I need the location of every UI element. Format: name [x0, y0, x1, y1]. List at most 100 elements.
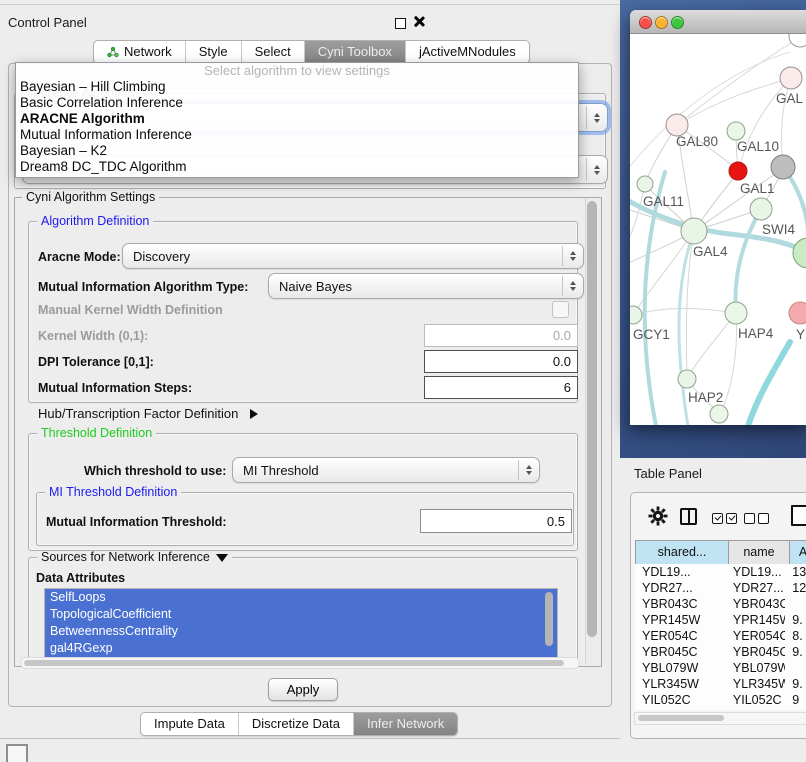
table-header-cell[interactable]: name: [729, 540, 790, 565]
network-edge[interactable]: [688, 313, 736, 377]
tab-impute-data[interactable]: Impute Data: [141, 713, 239, 735]
table-cell[interactable]: YBR045C: [726, 644, 785, 660]
select-none-unchecked-icon[interactable]: [744, 511, 772, 529]
manual-kernel-width-checkbox[interactable]: [552, 301, 569, 318]
network-node-hap4[interactable]: [725, 302, 747, 324]
columns-icon[interactable]: [680, 508, 697, 525]
network-edge[interactable]: [633, 308, 736, 315]
table-cell[interactable]: YDL19...: [635, 564, 726, 580]
network-node-gal1[interactable]: [729, 162, 747, 180]
minimized-panel-icon[interactable]: [6, 744, 28, 762]
close-window-icon[interactable]: [639, 16, 652, 29]
close-panel-icon[interactable]: [412, 14, 426, 28]
network-node[interactable]: [789, 34, 806, 47]
network-node-gal11[interactable]: [637, 176, 653, 192]
table-row[interactable]: YER054CYER054C8.: [635, 628, 806, 644]
float-window-icon[interactable]: [395, 18, 406, 29]
table-cell[interactable]: 9: [785, 692, 806, 708]
table-row[interactable]: YBR043CYBR043C: [635, 596, 806, 612]
table-cell[interactable]: YBR045C: [635, 644, 726, 660]
expand-arrow-icon[interactable]: [250, 409, 258, 419]
attribute-item[interactable]: BetweennessCentrality: [45, 623, 557, 640]
network-node-swi4[interactable]: [750, 198, 772, 220]
table-cell[interactable]: 12: [785, 580, 806, 596]
tab-cyni-toolbox[interactable]: Cyni Toolbox: [305, 41, 406, 63]
algorithm-option[interactable]: Bayesian – Hill Climbing: [16, 79, 578, 95]
which-threshold-combo[interactable]: MI Threshold: [232, 457, 540, 483]
table-cell[interactable]: YBL079W: [726, 660, 785, 676]
settings-scrollbar-thumb[interactable]: [587, 201, 597, 637]
network-graph[interactable]: GALGAL80GAL10GAL1GAL11SWI4GAL4GCY1HAP4YH…: [630, 34, 806, 425]
tab-discretize-data[interactable]: Discretize Data: [239, 713, 354, 735]
network-edge[interactable]: [748, 342, 790, 425]
table-hscrollbar-track[interactable]: [634, 712, 806, 725]
algorithm-option[interactable]: ARACNE Algorithm: [16, 111, 578, 127]
settings-hscrollbar-track[interactable]: [20, 657, 580, 669]
gear-icon[interactable]: [648, 506, 668, 526]
table-header-cell[interactable]: A: [790, 540, 806, 565]
table-cell[interactable]: YBR043C: [726, 596, 785, 612]
dpi-tolerance-field[interactable]: 0.0: [424, 350, 578, 373]
table-cell[interactable]: YER054C: [726, 628, 785, 644]
table-cell[interactable]: YBR043C: [635, 596, 726, 612]
minimize-window-icon[interactable]: [655, 16, 668, 29]
table-cell[interactable]: YDL19...: [726, 564, 785, 580]
apply-button[interactable]: Apply: [268, 678, 338, 701]
attribute-item[interactable]: gal4RGexp: [45, 640, 557, 657]
network-node-gal10[interactable]: [727, 122, 745, 140]
table-cell[interactable]: 9.: [785, 612, 806, 628]
table-cell[interactable]: [785, 660, 806, 676]
network-node-gal[interactable]: [780, 67, 802, 89]
attribute-item[interactable]: SelfLoops: [45, 589, 557, 606]
network-node-y[interactable]: [789, 302, 806, 324]
network-node[interactable]: [710, 405, 728, 423]
network-node-hap2[interactable]: [678, 370, 696, 388]
table-row[interactable]: YDL19...YDL19...13: [635, 564, 806, 580]
table-cell[interactable]: YDR27...: [726, 580, 785, 596]
table-cell[interactable]: YPR145W: [635, 612, 726, 628]
table-cell[interactable]: YDR27...: [635, 580, 726, 596]
network-node-gcy1[interactable]: [630, 306, 642, 324]
tab-style[interactable]: Style: [186, 41, 242, 63]
hub-definition-section[interactable]: Hub/Transcription Factor Definition: [38, 406, 258, 421]
table-row[interactable]: YBR045CYBR045C9.: [635, 644, 806, 660]
mi-steps-field[interactable]: 6: [424, 376, 578, 399]
algorithm-option[interactable]: Basic Correlation Inference: [16, 95, 578, 111]
table-cell[interactable]: YIL052C: [635, 692, 726, 708]
attributes-scrollbar-thumb[interactable]: [545, 592, 553, 646]
aracne-mode-combo[interactable]: Discovery: [122, 243, 584, 269]
attribute-item[interactable]: TopologicalCoefficient: [45, 606, 557, 623]
table-row[interactable]: YBL079WYBL079W: [635, 660, 806, 676]
table-cell[interactable]: YPR145W: [726, 612, 785, 628]
table-cell[interactable]: YLR345W: [726, 676, 785, 692]
table-cell[interactable]: YLR345W: [635, 676, 726, 692]
network-canvas[interactable]: GALGAL80GAL10GAL1GAL11SWI4GAL4GCY1HAP4YH…: [630, 34, 806, 425]
network-node[interactable]: [793, 238, 806, 268]
table-cell[interactable]: YBL079W: [635, 660, 726, 676]
algorithm-option[interactable]: Dream8 DC_TDC Algorithm: [16, 159, 578, 175]
network-window-titlebar[interactable]: [630, 10, 806, 34]
network-edge[interactable]: [721, 313, 736, 412]
tab-infer-network[interactable]: Infer Network: [354, 713, 457, 735]
document-icon[interactable]: [791, 505, 806, 526]
kernel-width-field[interactable]: 0.0: [424, 324, 578, 347]
sources-group-title[interactable]: Sources for Network Inference: [37, 551, 232, 564]
table-row[interactable]: YDR27...YDR27...12: [635, 580, 806, 596]
table-hscrollbar-thumb[interactable]: [638, 715, 724, 721]
table-cell[interactable]: YER054C: [635, 628, 726, 644]
settings-hscrollbar-thumb[interactable]: [24, 660, 564, 666]
table-cell[interactable]: 13: [785, 564, 806, 580]
mi-threshold-field[interactable]: 0.5: [420, 509, 572, 533]
table-cell[interactable]: YIL052C: [726, 692, 785, 708]
tab-select[interactable]: Select: [242, 41, 305, 63]
network-edge[interactable]: [677, 78, 791, 125]
table-cell[interactable]: [785, 596, 806, 612]
table-cell[interactable]: 9.: [785, 676, 806, 692]
table-cell[interactable]: 9.: [785, 644, 806, 660]
select-all-checked-icon[interactable]: [712, 511, 740, 529]
table-row[interactable]: YLR345WYLR345W9.: [635, 676, 806, 692]
mi-algorithm-type-combo[interactable]: Naive Bayes: [268, 273, 584, 299]
network-edge[interactable]: [630, 52, 790, 174]
table-row[interactable]: YIL052CYIL052C9: [635, 692, 806, 708]
tab-network[interactable]: Network: [94, 41, 186, 63]
